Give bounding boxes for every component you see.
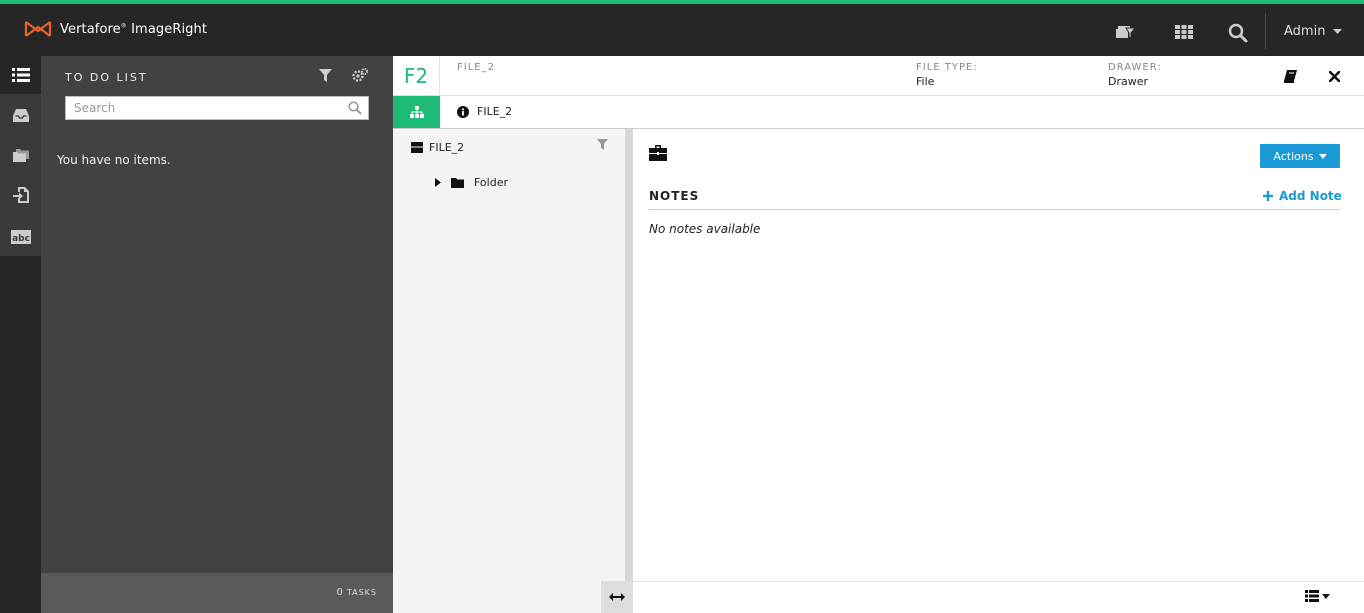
product-name: ImageRight: [131, 21, 208, 37]
vertafore-logo-icon: [24, 21, 52, 37]
rail-item-abc[interactable]: abc: [0, 218, 41, 256]
task-count-label: tasks: [346, 588, 377, 597]
search-icon: [348, 101, 362, 118]
caret-right-icon[interactable]: [435, 178, 441, 187]
content-panel: Actions NOTES Add Note No notes availabl…: [633, 129, 1364, 581]
caret-down-icon: [1322, 593, 1330, 599]
add-note-label: Add Note: [1279, 189, 1342, 203]
drawer-value: Drawer: [1108, 75, 1149, 88]
add-note-button[interactable]: Add Note: [1263, 189, 1342, 203]
sitemap-icon: [409, 106, 424, 118]
caret-down-icon: [1318, 153, 1327, 159]
tree-node-label: Folder: [474, 176, 508, 189]
file-name: FILE_2: [457, 62, 495, 73]
rail-item-folders[interactable]: [0, 136, 41, 174]
todo-filter-icon[interactable]: [319, 69, 332, 85]
file-type-label: FILE TYPE:: [916, 62, 978, 73]
abc-icon: abc: [10, 230, 31, 244]
brand-name: Vertafore: [60, 21, 121, 37]
drawer-field: DRAWER: Drawer: [1108, 62, 1162, 88]
list-view-toggle[interactable]: [1305, 590, 1330, 602]
todo-empty-message: You have no items.: [57, 153, 171, 167]
bundle-filter-icon[interactable]: [1114, 22, 1136, 42]
no-notes-message: No notes available: [649, 222, 761, 236]
tab-info-label: FILE_2: [477, 105, 513, 118]
content-footer: [633, 581, 1364, 613]
file-type-value: File: [916, 75, 935, 88]
tree-root-label: FILE_2: [429, 141, 465, 154]
book-icon[interactable]: [1281, 67, 1299, 85]
todo-list-icon: [11, 68, 30, 82]
app-logo[interactable]: Vertafore® ImageRight: [24, 18, 207, 40]
info-icon: [457, 105, 469, 118]
file-type-field: FILE TYPE: File: [916, 62, 978, 88]
file-header: F2 FILE_2 FILE TYPE: File DRAWER: Drawer: [393, 56, 1364, 96]
left-rail: abc: [0, 56, 41, 613]
notes-title: NOTES: [649, 189, 700, 203]
user-name: Admin: [1284, 24, 1326, 39]
drawer-icon: [411, 142, 423, 153]
notes-divider: [649, 209, 1340, 210]
task-count: 0 tasks: [336, 587, 377, 598]
todo-panel: TO DO LIST You have no items. 0 tasks: [41, 56, 393, 613]
topbar-divider: [1265, 13, 1266, 49]
folders-icon: [12, 148, 29, 162]
resize-horizontal-icon[interactable]: [601, 581, 633, 613]
apps-grid-icon[interactable]: [1173, 22, 1195, 42]
todo-settings-icon[interactable]: [352, 68, 368, 86]
folder-icon: [451, 177, 464, 188]
tab-info[interactable]: FILE_2: [457, 105, 512, 118]
todo-search-box: [65, 96, 369, 120]
user-menu[interactable]: Admin: [1284, 24, 1343, 39]
tree-node[interactable]: Folder: [435, 176, 508, 189]
list-view-icon: [1305, 590, 1319, 602]
file-tab-row: FILE_2: [393, 96, 1364, 129]
import-icon: [12, 187, 29, 203]
panel-splitter[interactable]: [625, 129, 633, 581]
rail-item-inbox[interactable]: [0, 96, 41, 134]
tree-filter-icon[interactable]: [597, 139, 608, 153]
task-count-value: 0: [336, 587, 343, 598]
file-tree-panel: FILE_2 Folder: [393, 129, 625, 613]
todo-title: TO DO LIST: [65, 71, 148, 84]
plus-icon: [1263, 191, 1273, 201]
svg-text:abc: abc: [12, 234, 30, 244]
actions-label: Actions: [1273, 149, 1314, 163]
actions-button[interactable]: Actions: [1260, 144, 1340, 168]
briefcase-icon: [649, 145, 667, 164]
inbox-icon: [12, 108, 29, 122]
file-badge: F2: [393, 56, 440, 96]
todo-footer: 0 tasks: [41, 573, 393, 613]
tab-tree[interactable]: [393, 96, 440, 128]
search-icon[interactable]: [1227, 23, 1249, 43]
drawer-label: DRAWER:: [1108, 62, 1162, 73]
rail-item-todo[interactable]: [0, 56, 41, 94]
close-icon[interactable]: [1325, 67, 1343, 85]
top-bar: Vertafore® ImageRight Admin: [0, 0, 1364, 56]
tree-root[interactable]: FILE_2: [411, 141, 464, 154]
rail-item-import[interactable]: [0, 176, 41, 214]
caret-down-icon: [1333, 28, 1343, 34]
todo-search-input[interactable]: [66, 97, 368, 119]
